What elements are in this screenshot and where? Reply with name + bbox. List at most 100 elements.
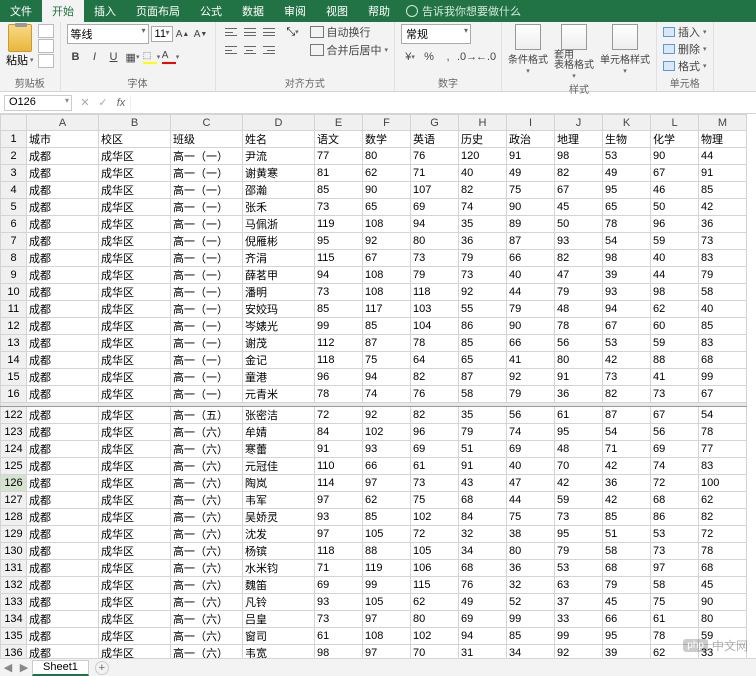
comma-button[interactable]: ,: [439, 48, 457, 66]
cell[interactable]: 94: [603, 301, 651, 318]
row-header[interactable]: 13: [1, 335, 27, 352]
cell[interactable]: 82: [699, 509, 747, 526]
menu-tab-2[interactable]: 插入: [84, 0, 126, 22]
row-header[interactable]: 130: [1, 543, 27, 560]
cell[interactable]: 高一（一）: [171, 335, 243, 352]
cell[interactable]: 成华区: [99, 335, 171, 352]
cell[interactable]: 92: [507, 369, 555, 386]
cell[interactable]: 90: [363, 182, 411, 199]
cell[interactable]: 元青米: [243, 386, 315, 403]
cell[interactable]: 108: [363, 216, 411, 233]
column-header[interactable]: C: [171, 115, 243, 131]
cell[interactable]: 47: [555, 267, 603, 284]
cell[interactable]: 38: [507, 526, 555, 543]
cell[interactable]: 44: [651, 267, 699, 284]
cell[interactable]: 成都: [27, 165, 99, 182]
font-color-button[interactable]: A▾: [162, 48, 180, 66]
cell[interactable]: 105: [411, 543, 459, 560]
cell[interactable]: 70: [411, 645, 459, 659]
cell[interactable]: 95: [603, 628, 651, 645]
cell[interactable]: 104: [411, 318, 459, 335]
cell[interactable]: 71: [411, 165, 459, 182]
italic-button[interactable]: I: [86, 48, 104, 66]
cell[interactable]: 75: [507, 182, 555, 199]
cell[interactable]: 80: [411, 233, 459, 250]
cell[interactable]: 39: [603, 645, 651, 659]
cell[interactable]: 74: [459, 199, 507, 216]
cell[interactable]: 68: [699, 352, 747, 369]
cell[interactable]: 85: [603, 509, 651, 526]
tell-me-search[interactable]: 告诉我你想要做什么: [406, 3, 521, 19]
cell[interactable]: 成华区: [99, 233, 171, 250]
cell[interactable]: 高一（五）: [171, 407, 243, 424]
cell[interactable]: 历史: [459, 131, 507, 148]
cell[interactable]: 成华区: [99, 284, 171, 301]
cell[interactable]: 高一（一）: [171, 301, 243, 318]
cell[interactable]: 59: [651, 233, 699, 250]
cell[interactable]: 63: [555, 577, 603, 594]
sheet-tab[interactable]: Sheet1: [32, 660, 89, 676]
cell[interactable]: 79: [507, 386, 555, 403]
cell[interactable]: 91: [315, 441, 363, 458]
cell[interactable]: 36: [555, 386, 603, 403]
cell[interactable]: 54: [603, 233, 651, 250]
cell[interactable]: 44: [507, 492, 555, 509]
cell[interactable]: 79: [699, 267, 747, 284]
cell[interactable]: 吕皇: [243, 611, 315, 628]
cell[interactable]: 94: [315, 267, 363, 284]
row-header[interactable]: 135: [1, 628, 27, 645]
cell[interactable]: 62: [363, 492, 411, 509]
cell[interactable]: 61: [651, 611, 699, 628]
cell[interactable]: 93: [555, 233, 603, 250]
insert-cells-button[interactable]: 插入▾: [663, 24, 707, 40]
cell[interactable]: 高一（一）: [171, 182, 243, 199]
cell[interactable]: 高一（一）: [171, 233, 243, 250]
cell[interactable]: 韦军: [243, 492, 315, 509]
row-header[interactable]: 124: [1, 441, 27, 458]
cell[interactable]: 69: [651, 441, 699, 458]
bold-button[interactable]: B: [67, 48, 85, 66]
cell[interactable]: 56: [555, 335, 603, 352]
cell[interactable]: 84: [315, 424, 363, 441]
cell[interactable]: 56: [651, 424, 699, 441]
cell[interactable]: 75: [363, 352, 411, 369]
cell[interactable]: 成华区: [99, 199, 171, 216]
cell[interactable]: 68: [459, 492, 507, 509]
menu-tab-7[interactable]: 视图: [316, 0, 358, 22]
cell[interactable]: 窗司: [243, 628, 315, 645]
cell[interactable]: 85: [459, 335, 507, 352]
cell[interactable]: 51: [459, 441, 507, 458]
cell[interactable]: 83: [699, 335, 747, 352]
column-header[interactable]: J: [555, 115, 603, 131]
cell[interactable]: 78: [315, 386, 363, 403]
cell[interactable]: 高一（一）: [171, 318, 243, 335]
cell[interactable]: 金记: [243, 352, 315, 369]
cell[interactable]: 成都: [27, 645, 99, 659]
cell[interactable]: 城市: [27, 131, 99, 148]
cell[interactable]: 87: [507, 233, 555, 250]
row-header[interactable]: 7: [1, 233, 27, 250]
row-header[interactable]: 8: [1, 250, 27, 267]
cut-icon[interactable]: [38, 24, 54, 38]
cell[interactable]: 37: [555, 594, 603, 611]
cell[interactable]: 86: [651, 509, 699, 526]
column-header[interactable]: G: [411, 115, 459, 131]
cell[interactable]: 81: [315, 165, 363, 182]
row-header[interactable]: 132: [1, 577, 27, 594]
copy-icon[interactable]: [38, 39, 54, 53]
cell[interactable]: 80: [507, 543, 555, 560]
cell[interactable]: 成都: [27, 352, 99, 369]
cell[interactable]: 34: [507, 645, 555, 659]
align-middle-button[interactable]: [241, 24, 259, 40]
cell[interactable]: 成都: [27, 199, 99, 216]
cell[interactable]: 成都: [27, 407, 99, 424]
cell[interactable]: 倪雁彬: [243, 233, 315, 250]
cell[interactable]: 99: [363, 577, 411, 594]
paste-button[interactable]: 粘贴▾: [6, 24, 34, 68]
cell[interactable]: 53: [555, 560, 603, 577]
menu-tab-6[interactable]: 审阅: [274, 0, 316, 22]
cell[interactable]: 成都: [27, 628, 99, 645]
cell[interactable]: 91: [507, 148, 555, 165]
cell[interactable]: 成都: [27, 492, 99, 509]
cell[interactable]: 46: [651, 182, 699, 199]
